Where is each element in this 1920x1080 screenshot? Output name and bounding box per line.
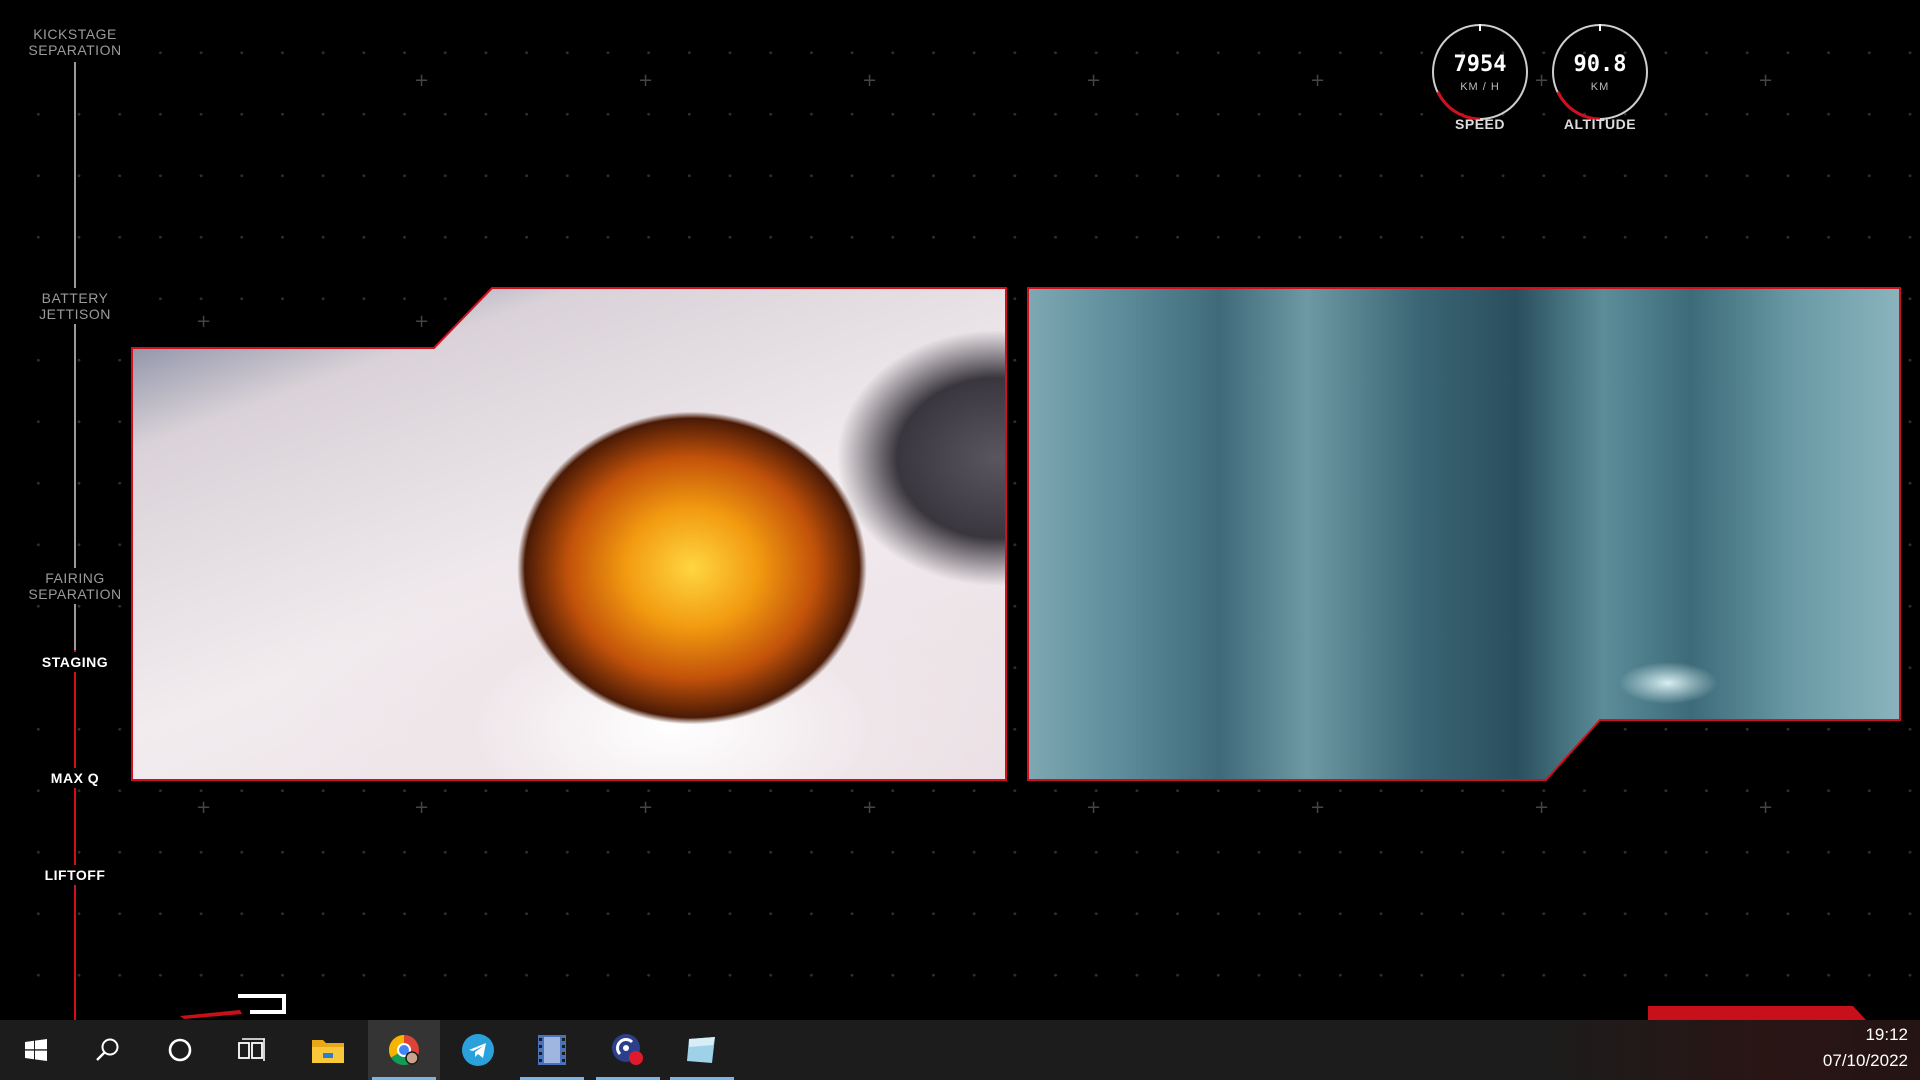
search-button[interactable]	[72, 1020, 144, 1080]
timeline-progress-line	[74, 650, 76, 1020]
timeline-event-max-q: MAX Q	[14, 768, 136, 788]
system-clock[interactable]: 19:12 07/10/2022	[1788, 1020, 1908, 1080]
cortana-icon	[168, 1038, 192, 1062]
sticky-app-icon	[687, 1037, 715, 1063]
timeline-event-liftoff: LIFTOFF	[14, 865, 136, 885]
altitude-label: ALTITUDE	[1563, 116, 1637, 132]
file-explorer-icon	[312, 1040, 344, 1063]
timeline-event-staging: STAGING	[14, 652, 136, 672]
speed-value: 7954	[1453, 52, 1507, 77]
task-view-icon	[238, 1038, 265, 1061]
engine-camera-feed	[132, 288, 1006, 780]
video-player-icon	[538, 1035, 566, 1065]
speed-gauge: 7954 KM / H	[1430, 22, 1530, 122]
chrome-button[interactable]	[368, 1020, 440, 1080]
altitude-unit: KM	[1590, 81, 1610, 93]
clock-date: 07/10/2022	[1822, 1051, 1908, 1070]
broadcast-logo-icon	[180, 994, 286, 1019]
stage-camera-feed	[1028, 288, 1900, 780]
timeline-event-fairing-separation: FAIRING SEPARATION	[14, 568, 136, 604]
windows-start-icon	[25, 1039, 47, 1061]
app-notification-icon	[612, 1034, 643, 1065]
speed-unit: KM / H	[1460, 81, 1500, 93]
task-view-button[interactable]	[216, 1020, 288, 1080]
timeline-event-kickstage-separation: KICKSTAGE SEPARATION	[14, 24, 136, 60]
sticky-app-button[interactable]	[666, 1020, 738, 1080]
telegram-icon	[462, 1034, 494, 1066]
chrome-icon	[388, 1035, 419, 1066]
taskbar	[0, 1020, 1920, 1080]
clock-time: 19:12	[1865, 1025, 1908, 1044]
cortana-button[interactable]	[144, 1020, 216, 1080]
notification-app-button[interactable]	[592, 1020, 664, 1080]
search-icon	[96, 1038, 119, 1061]
file-explorer-button[interactable]	[292, 1020, 364, 1080]
timeline-upcoming-line	[74, 62, 76, 650]
altitude-gauge: 90.8 KM	[1550, 22, 1650, 122]
launch-stream-view: + + + + + + + + + + + + + + + + + KICKST…	[0, 0, 1920, 1020]
telegram-button[interactable]	[442, 1020, 514, 1080]
start-button[interactable]	[0, 1020, 72, 1080]
video-player-button[interactable]	[516, 1020, 588, 1080]
lower-third-bar	[1648, 1006, 1866, 1020]
altitude-value: 90.8	[1573, 52, 1627, 77]
timeline-event-battery-jettison: BATTERY JETTISON	[14, 288, 136, 324]
speed-label: SPEED	[1455, 116, 1505, 132]
